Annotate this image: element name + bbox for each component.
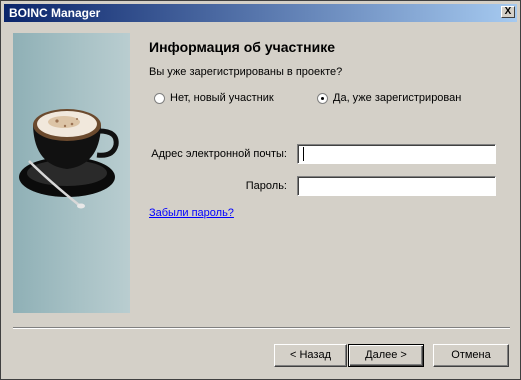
radio-new-user-label: Нет, новый участник (170, 92, 274, 104)
close-button[interactable]: X (501, 6, 515, 18)
wizard-window: BOINC Manager X Информация об участнике … (0, 0, 521, 380)
back-button[interactable]: < Назад (274, 344, 347, 367)
side-panel (13, 33, 130, 313)
registration-question: Вы уже зарегистрированы в проекте? (149, 66, 343, 78)
email-field[interactable] (297, 144, 496, 164)
coffee-cup-image (19, 109, 119, 209)
button-divider (13, 327, 510, 329)
title-bar[interactable]: BOINC Manager X (4, 4, 517, 22)
next-button[interactable]: Далее > (348, 344, 424, 367)
password-field[interactable] (297, 176, 496, 196)
password-label: Пароль: (245, 180, 287, 192)
page-heading: Информация об участнике (149, 39, 336, 55)
radio-new-user[interactable]: Нет, новый участник (154, 92, 274, 104)
forgot-password-link[interactable]: Забыли пароль? (149, 207, 234, 219)
radio-existing-user[interactable]: Да, уже зарегистрирован (317, 92, 461, 104)
radio-existing-user-label: Да, уже зарегистрирован (333, 92, 462, 104)
cancel-button[interactable]: Отмена (433, 344, 509, 367)
radio-existing-user-button[interactable] (317, 92, 328, 104)
window-title: BOINC Manager (9, 6, 101, 20)
text-caret (303, 147, 304, 161)
email-label: Адрес электронной почты: (151, 148, 287, 160)
radio-new-user-button[interactable] (154, 92, 165, 104)
